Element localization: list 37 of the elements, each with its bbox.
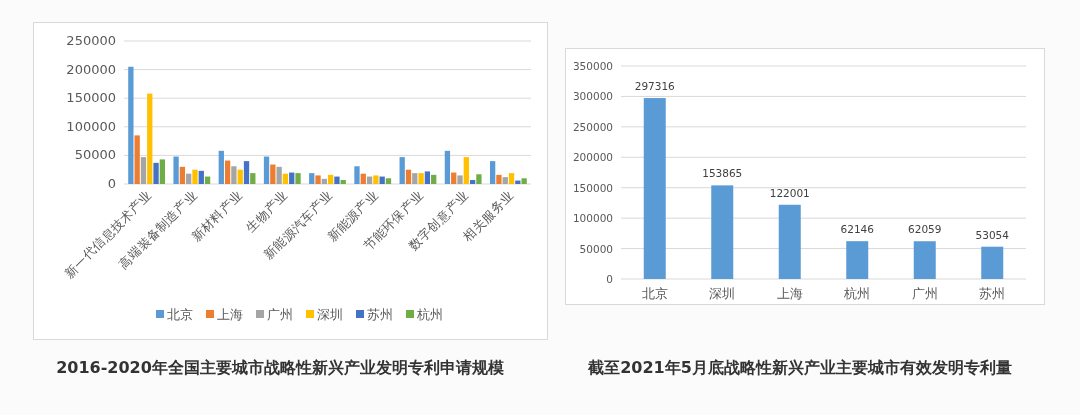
- axis-tick-label: 350000: [572, 60, 613, 72]
- axis-tick-label: 0: [606, 273, 613, 285]
- category-label: 上海: [776, 286, 803, 301]
- legend-label: 广州: [267, 307, 293, 322]
- axis-tick-label: 50000: [74, 147, 116, 163]
- category-label: 北京: [641, 286, 668, 301]
- axis-tick-label: 0: [107, 176, 116, 191]
- axis-tick-label: 150000: [572, 181, 613, 194]
- bar: [913, 241, 936, 279]
- data-label: 122001: [769, 186, 810, 199]
- category-label: 深圳: [709, 286, 736, 301]
- axis-tick-label: 250000: [572, 120, 613, 133]
- data-label: 62146: [840, 223, 874, 236]
- category-label: 苏州: [979, 286, 1006, 301]
- chart-caption: 2016-2020年全国主要城市战略性新兴产业发明专利申请规模: [55, 358, 505, 379]
- legend-label: 深圳: [317, 307, 343, 322]
- legend-label: 杭州: [417, 307, 443, 322]
- category-label: 杭州: [844, 286, 871, 301]
- legend-label: 苏州: [367, 307, 393, 322]
- axis-tick-label: 100000: [572, 212, 613, 225]
- legend-label: 北京: [167, 307, 193, 322]
- data-label: 297316: [634, 80, 675, 93]
- bar: [846, 241, 869, 279]
- data-label: 62059: [908, 223, 942, 236]
- axis-tick-label: 200000: [66, 61, 116, 77]
- axis-tick-label: 100000: [66, 118, 116, 134]
- chart-caption: 截至2021年5月底战略性新兴产业主要城市有效发明专利量: [587, 358, 1013, 379]
- category-label: 广州: [911, 286, 938, 301]
- axis-tick-label: 150000: [66, 90, 116, 106]
- axis-tick-label: 250000: [66, 33, 116, 48]
- data-label: 153865: [702, 167, 743, 180]
- axis-tick-label: 300000: [572, 90, 613, 103]
- legend-label: 上海: [217, 307, 243, 322]
- data-label: 53054: [975, 228, 1009, 241]
- bar: [981, 246, 1004, 279]
- axis-tick-label: 200000: [572, 151, 613, 164]
- axis-tick-label: 50000: [579, 242, 613, 255]
